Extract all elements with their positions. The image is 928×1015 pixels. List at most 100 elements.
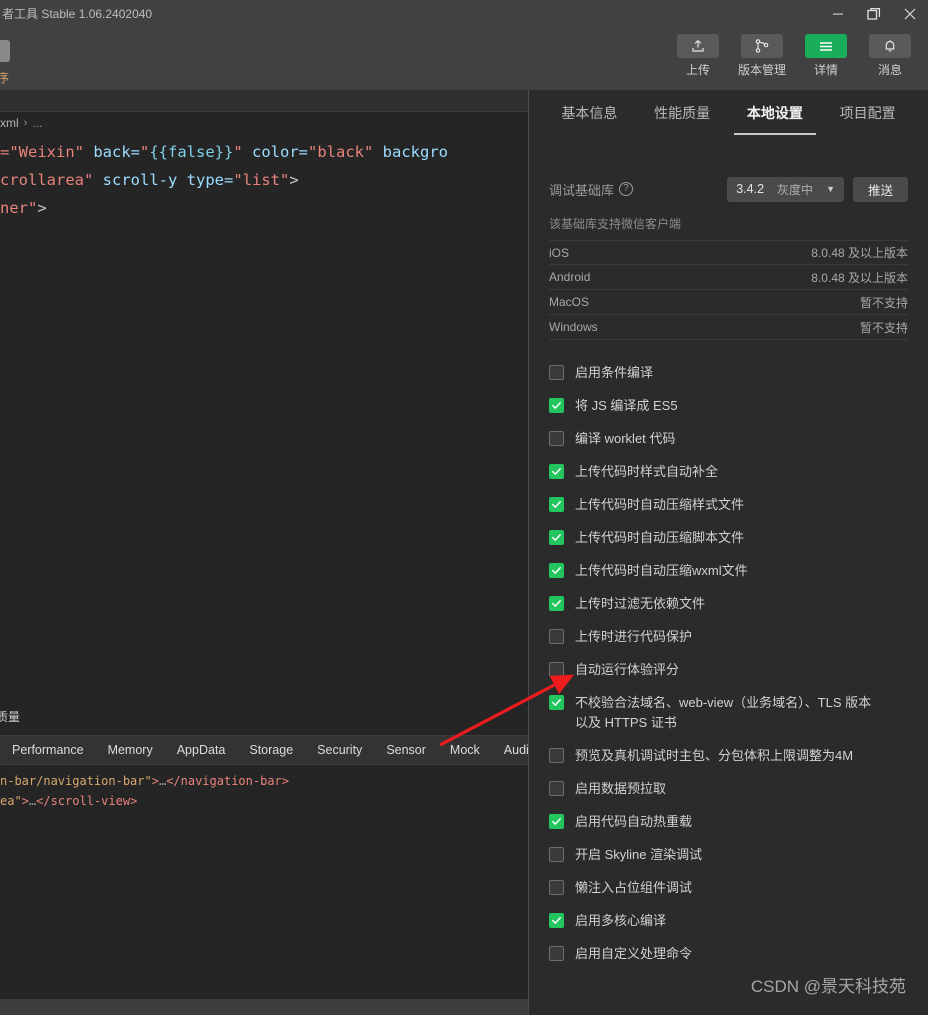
question-icon[interactable]: ? [619,182,634,196]
toolbar-actions: 上传 版本管理 详情 消息 [672,34,916,78]
toolbar-left-chip[interactable] [0,40,10,62]
chevron-down-icon: ▼ [826,184,835,194]
toolbar-version-button[interactable]: 版本管理 [736,34,788,78]
devtools-section-label: 质量 [0,710,21,724]
checkbox-unchecked[interactable] [549,847,564,862]
checkbox-unchecked[interactable] [549,629,564,644]
minimize-icon[interactable] [820,0,856,28]
option-row[interactable]: 启用数据预拉取 [549,779,908,799]
option-label: 上传代码时自动压缩样式文件 [575,497,745,512]
option-label: 自动运行体验评分 [575,662,680,677]
title-bar: 者工具 Stable 1.06.2402040 [0,0,928,28]
maximize-icon[interactable] [856,0,892,28]
settings-panel: 基本信息 性能质量 本地设置 项目配置 调试基础库 ? 3.4.2 灰度中 ▼ 推送 … [528,90,928,1015]
push-button[interactable]: 推送 [852,176,908,202]
platform-name: Android [549,270,591,284]
settings-tab-0[interactable]: 基本信息 [561,103,617,135]
option-row[interactable]: 自动运行体验评分 [549,660,908,680]
check-icon [552,699,561,706]
devtools-tab-sensor[interactable]: Sensor [374,743,438,757]
option-row[interactable]: 上传代码时样式自动补全 [549,462,908,482]
checkbox-unchecked[interactable] [549,880,564,895]
option-row[interactable]: 懒注入占位组件调试 [549,878,908,898]
checkbox-checked[interactable] [549,814,564,829]
option-row[interactable]: 不校验合法域名、web-view（业务域名）、TLS 版本以及 HTTPS 证书 [549,693,908,733]
breadcrumb-file[interactable]: xml [0,116,19,130]
devtools-tab-performance[interactable]: Performance [0,743,96,757]
platform-row: Windows 暂不支持 [549,315,908,340]
option-row[interactable]: 开启 Skyline 渲染调试 [549,845,908,865]
check-icon [552,402,561,409]
devtools-tab-security[interactable]: Security [305,743,374,757]
debug-baselib-label: 调试基础库 [549,182,615,198]
toolbar-detail-button[interactable]: 详情 [800,34,852,78]
dom-line[interactable]: ea">…</scroll-view> [0,791,528,811]
checkbox-unchecked[interactable] [549,748,564,763]
check-icon [552,567,561,574]
devtools-tab-memory[interactable]: Memory [96,743,165,757]
settings-tab-2[interactable]: 本地设置 [747,103,803,135]
devtools-dom-tree[interactable]: n-bar/navigation-bar">…</navigation-bar>… [0,765,528,970]
checkbox-checked[interactable] [549,596,564,611]
settings-body: 调试基础库 ? 3.4.2 灰度中 ▼ 推送 该基础库支持微信客户端 iOS 8.… [529,176,928,964]
devtools-tab-appdata[interactable]: AppData [165,743,238,757]
code-editor[interactable]: ="Weixin" back="{{false}}" color="black"… [0,138,528,222]
option-row[interactable]: 上传时过滤无依赖文件 [549,594,908,614]
dom-line[interactable]: n-bar/navigation-bar">…</navigation-bar> [0,771,528,791]
devtools-tab-mock[interactable]: Mock [438,743,492,757]
devtools-tab-storage[interactable]: Storage [237,743,305,757]
checkbox-checked[interactable] [549,497,564,512]
option-row[interactable]: 将 JS 编译成 ES5 [549,396,908,416]
option-label: 不校验合法域名、web-view（业务域名）、TLS 版本以及 HTTPS 证书 [575,695,872,730]
checkbox-unchecked[interactable] [549,946,564,961]
checkbox-checked[interactable] [549,913,564,928]
check-icon [552,501,561,508]
checkbox-unchecked[interactable] [549,431,564,446]
option-row[interactable]: 上传代码时自动压缩样式文件 [549,495,908,515]
checkbox-unchecked[interactable] [549,662,564,677]
dom-token: ea" [0,794,22,808]
option-row[interactable]: 上传代码时自动压缩wxml文件 [549,561,908,581]
platform-row: Android 8.0.48 及以上版本 [549,265,908,290]
code-token: "list" [233,171,290,189]
settings-tab-3[interactable]: 项目配置 [840,103,896,135]
editor-tab-strip[interactable] [0,90,528,112]
option-row[interactable]: 启用条件编译 [549,363,908,383]
checkbox-checked[interactable] [549,398,564,413]
toolbar-upload-label: 上传 [685,63,710,77]
option-row[interactable]: 启用代码自动热重载 [549,812,908,832]
platform-row: iOS 8.0.48 及以上版本 [549,240,908,265]
option-row[interactable]: 上传代码时自动压缩脚本文件 [549,528,908,548]
checkbox-checked[interactable] [549,695,564,710]
option-label: 将 JS 编译成 ES5 [575,398,678,413]
option-label: 上传时进行代码保护 [575,629,693,644]
option-row[interactable]: 上传时进行代码保护 [549,627,908,647]
checkbox-unchecked[interactable] [549,365,564,380]
breadcrumb[interactable]: xml › ... [0,112,42,134]
option-label: 编译 worklet 代码 [575,431,676,446]
toolbar-message-button[interactable]: 消息 [864,34,916,78]
check-icon [552,534,561,541]
option-row[interactable]: 预览及真机调试时主包、分包体积上限调整为4M [549,746,908,766]
checkbox-checked[interactable] [549,563,564,578]
code-token: " [140,143,150,161]
checkbox-checked[interactable] [549,464,564,479]
checkbox-checked[interactable] [549,530,564,545]
settings-tab-1[interactable]: 性能质量 [654,103,710,135]
option-label: 预览及真机调试时主包、分包体积上限调整为4M [575,748,854,763]
option-row[interactable]: 编译 worklet 代码 [549,429,908,449]
option-row[interactable]: 启用自定义处理命令 [549,944,908,964]
checkbox-unchecked[interactable] [549,781,564,796]
app-window: 者工具 Stable 1.06.2402040 序 上传 版本管理 详情 消息 … [0,0,928,1015]
option-label: 上传代码时自动压缩wxml文件 [575,563,748,578]
option-label: 懒注入占位组件调试 [575,880,693,895]
bell-icon [869,34,911,58]
option-row[interactable]: 启用多核心编译 [549,911,908,931]
baselib-channel-value: 灰度中 [777,182,814,197]
close-icon[interactable] [892,0,928,28]
check-icon [552,818,561,825]
branch-icon [741,34,783,58]
baselib-version-select[interactable]: 3.4.2 灰度中 ▼ [727,176,844,202]
toolbar-upload-button[interactable]: 上传 [672,34,724,78]
breadcrumb-rest[interactable]: ... [32,116,42,130]
